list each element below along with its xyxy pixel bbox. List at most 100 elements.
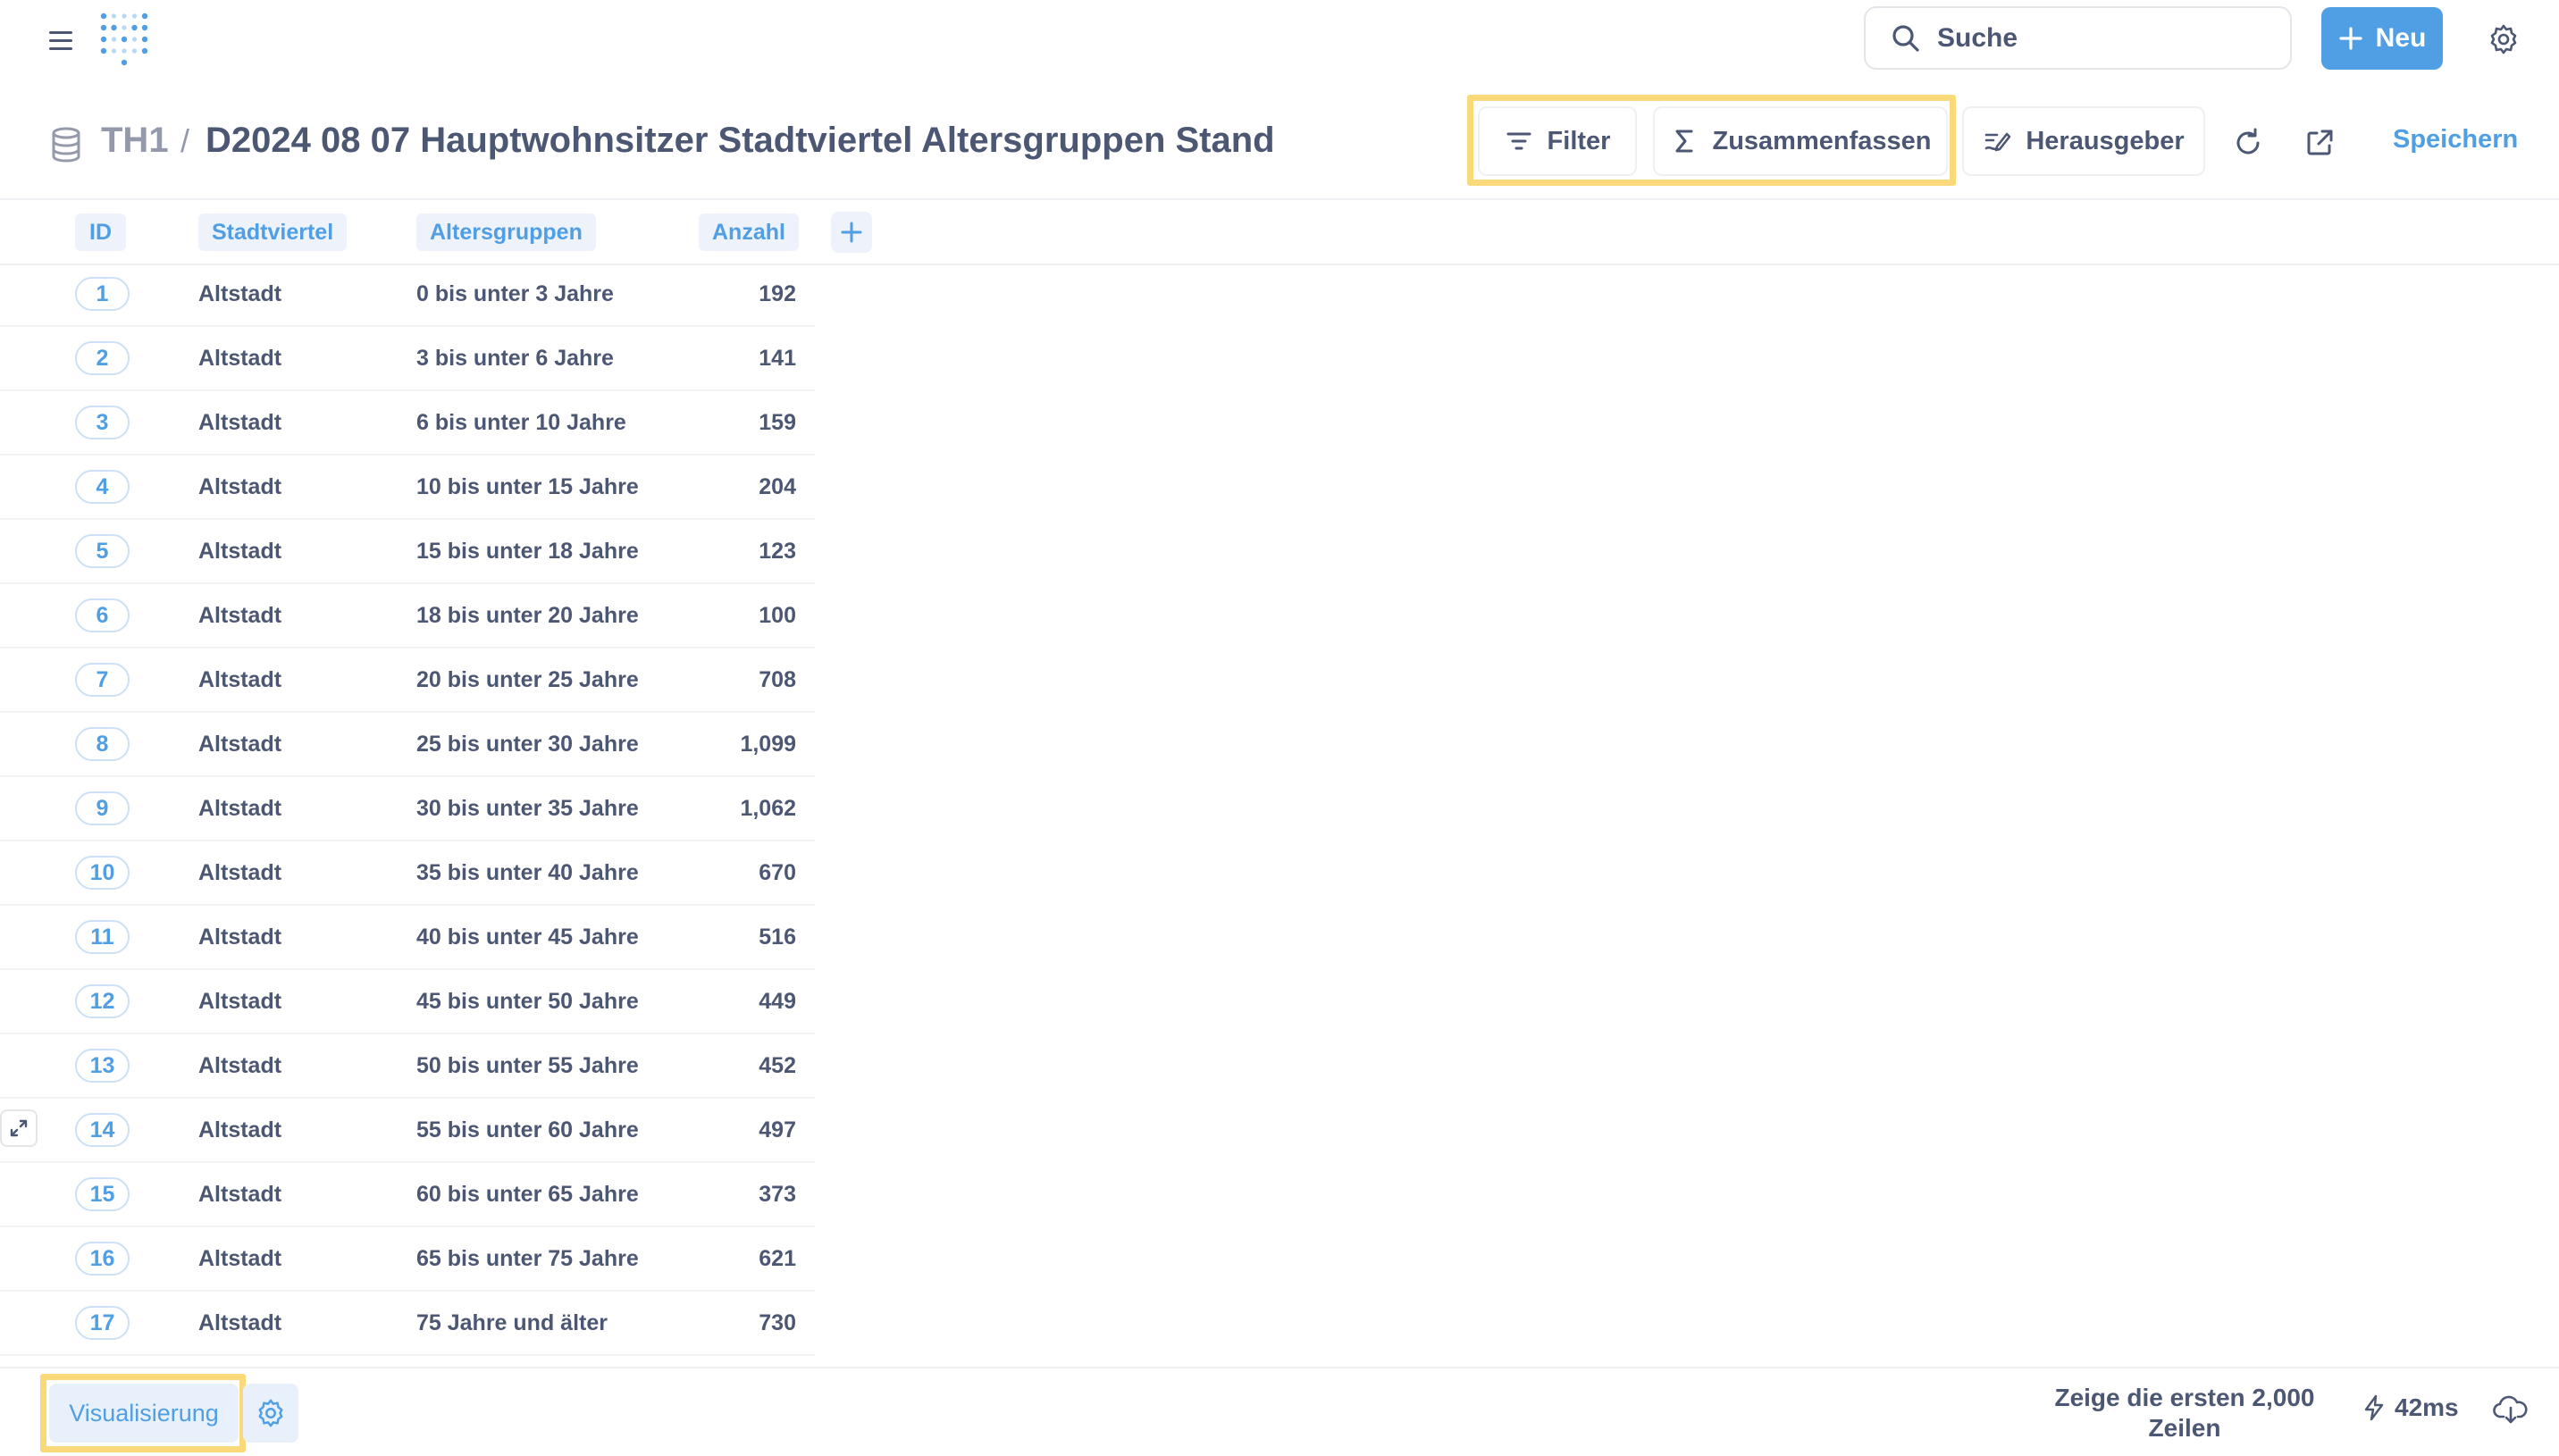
row-id-pill[interactable]: 5 — [75, 534, 130, 568]
cell-altersgruppe: 45 bis unter 50 Jahre — [416, 989, 639, 1014]
page-title[interactable]: D2024 08 07 Hauptwohnsitzer Stadtviertel… — [206, 121, 1275, 161]
editor-button[interactable]: Herausgeber — [1962, 106, 2205, 176]
cell-stadtviertel: Altstadt — [198, 603, 282, 628]
row-id-pill[interactable]: 14 — [75, 1113, 130, 1147]
cell-altersgruppe: 25 bis unter 30 Jahre — [416, 732, 639, 757]
cell-stadtviertel: Altstadt — [198, 667, 282, 692]
cell-stadtviertel: Altstadt — [198, 410, 282, 435]
visualization-settings-button[interactable] — [243, 1384, 298, 1443]
row-id-pill[interactable]: 10 — [75, 856, 130, 890]
row-id-pill[interactable]: 8 — [75, 727, 130, 761]
cell-stadtviertel: Altstadt — [198, 989, 282, 1014]
row-id-pill[interactable]: 16 — [75, 1242, 130, 1276]
cell-altersgruppe: 15 bis unter 18 Jahre — [416, 539, 639, 564]
cell-stadtviertel: Altstadt — [198, 539, 282, 564]
breadcrumb-database[interactable]: TH1 — [101, 121, 169, 161]
filter-button[interactable]: Filter — [1478, 106, 1637, 176]
row-count-text: Zeige die ersten 2,000 Zeilen — [2037, 1383, 2332, 1443]
column-header-anzahl[interactable]: Anzahl — [699, 213, 799, 251]
cell-stadtviertel: Altstadt — [198, 860, 282, 885]
row-id-pill[interactable]: 9 — [75, 791, 130, 825]
cell-altersgruppe: 55 bis unter 60 Jahre — [416, 1117, 639, 1142]
new-button-label: Neu — [2375, 23, 2427, 53]
row-id-pill[interactable]: 6 — [75, 598, 130, 632]
search-bar[interactable] — [1864, 6, 2292, 70]
plus-icon — [840, 221, 863, 244]
cell-altersgruppe: 40 bis unter 45 Jahre — [416, 925, 639, 950]
table-row: 3 Altstadt 6 bis unter 10 Jahre 159 — [0, 391, 815, 456]
cell-anzahl: 670 — [759, 860, 796, 885]
cell-altersgruppe: 6 bis unter 10 Jahre — [416, 410, 626, 435]
table-row: 16 Altstadt 65 bis unter 75 Jahre 621 — [0, 1227, 815, 1292]
row-count-line1: Zeige die ersten 2,000 — [2054, 1384, 2315, 1411]
summarize-button-label: Zusammenfassen — [1712, 126, 1932, 155]
row-id-pill[interactable]: 15 — [75, 1177, 130, 1211]
row-id-pill[interactable]: 1 — [75, 277, 130, 311]
table-row: 1 Altstadt 0 bis unter 3 Jahre 192 — [0, 263, 815, 327]
footer-bar: Visualisierung Zeige die ersten 2,000 Ze… — [0, 1367, 2559, 1456]
notebook-edit-icon — [1983, 127, 2011, 155]
settings-gear-icon[interactable] — [2488, 23, 2520, 55]
table-row: 12 Altstadt 45 bis unter 50 Jahre 449 — [0, 970, 815, 1034]
new-button[interactable]: Neu — [2321, 7, 2443, 70]
save-button[interactable]: Speichern — [2393, 125, 2518, 155]
cell-anzahl: 449 — [759, 989, 796, 1014]
cell-anzahl: 100 — [759, 603, 796, 628]
cell-altersgruppe: 50 bis unter 55 Jahre — [416, 1053, 639, 1078]
cell-altersgruppe: 3 bis unter 6 Jahre — [416, 346, 614, 371]
cell-stadtviertel: Altstadt — [198, 1182, 282, 1207]
search-input[interactable] — [1937, 22, 2259, 54]
cell-stadtviertel: Altstadt — [198, 732, 282, 757]
cell-altersgruppe: 60 bis unter 65 Jahre — [416, 1182, 639, 1207]
cell-anzahl: 204 — [759, 474, 796, 499]
top-navigation: Neu — [0, 0, 2559, 77]
search-icon — [1891, 23, 1921, 54]
table-row: 7 Altstadt 20 bis unter 25 Jahre 708 — [0, 649, 815, 713]
cell-anzahl: 1,099 — [740, 732, 796, 757]
row-id-pill[interactable]: 12 — [75, 984, 130, 1018]
filter-icon — [1505, 127, 1533, 155]
cell-altersgruppe: 75 Jahre und älter — [416, 1310, 608, 1335]
cell-anzahl: 141 — [759, 346, 796, 371]
column-header-altersgruppen[interactable]: Altersgruppen — [416, 213, 596, 251]
plus-icon — [2338, 26, 2363, 51]
table-row: 13 Altstadt 50 bis unter 55 Jahre 452 — [0, 1034, 815, 1099]
filter-button-label: Filter — [1547, 126, 1611, 155]
download-icon[interactable] — [2493, 1392, 2529, 1427]
database-icon — [50, 127, 82, 163]
table-row: 17 Altstadt 75 Jahre und älter 730 — [0, 1292, 815, 1356]
expand-row-icon[interactable] — [0, 1109, 38, 1147]
cell-stadtviertel: Altstadt — [198, 796, 282, 821]
external-link-icon[interactable] — [2303, 127, 2336, 159]
table-row: 15 Altstadt 60 bis unter 65 Jahre 373 — [0, 1163, 815, 1227]
sigma-icon — [1670, 127, 1699, 155]
hamburger-menu-icon[interactable] — [45, 24, 77, 56]
row-id-pill[interactable]: 11 — [75, 920, 130, 954]
cell-stadtviertel: Altstadt — [198, 346, 282, 371]
row-id-pill[interactable]: 13 — [75, 1049, 130, 1083]
table-row: 9 Altstadt 30 bis unter 35 Jahre 1,062 — [0, 777, 815, 841]
refresh-icon[interactable] — [2232, 127, 2264, 159]
cell-stadtviertel: Altstadt — [198, 474, 282, 499]
row-id-pill[interactable]: 7 — [75, 663, 130, 697]
cell-anzahl: 1,062 — [740, 796, 796, 821]
gear-icon — [256, 1398, 286, 1428]
row-id-pill[interactable]: 17 — [75, 1306, 130, 1340]
cell-altersgruppe: 0 bis unter 3 Jahre — [416, 281, 614, 306]
row-id-pill[interactable]: 4 — [75, 470, 130, 504]
cell-anzahl: 452 — [759, 1053, 796, 1078]
column-header-id[interactable]: ID — [75, 213, 126, 251]
cell-altersgruppe: 10 bis unter 15 Jahre — [416, 474, 639, 499]
table-row: 2 Altstadt 3 bis unter 6 Jahre 141 — [0, 327, 815, 391]
column-header-stadtviertel[interactable]: Stadtviertel — [198, 213, 348, 251]
cell-anzahl: 373 — [759, 1182, 796, 1207]
add-column-button[interactable] — [831, 212, 872, 253]
metabase-logo-icon[interactable] — [98, 11, 150, 66]
row-id-pill[interactable]: 2 — [75, 341, 130, 375]
cell-altersgruppe: 65 bis unter 75 Jahre — [416, 1246, 639, 1271]
row-id-pill[interactable]: 3 — [75, 406, 130, 439]
table-row: 14 Altstadt 55 bis unter 60 Jahre 497 — [0, 1099, 815, 1163]
summarize-button[interactable]: Zusammenfassen — [1653, 106, 1948, 176]
cell-anzahl: 516 — [759, 925, 796, 950]
visualize-button[interactable]: Visualisierung — [49, 1384, 239, 1443]
